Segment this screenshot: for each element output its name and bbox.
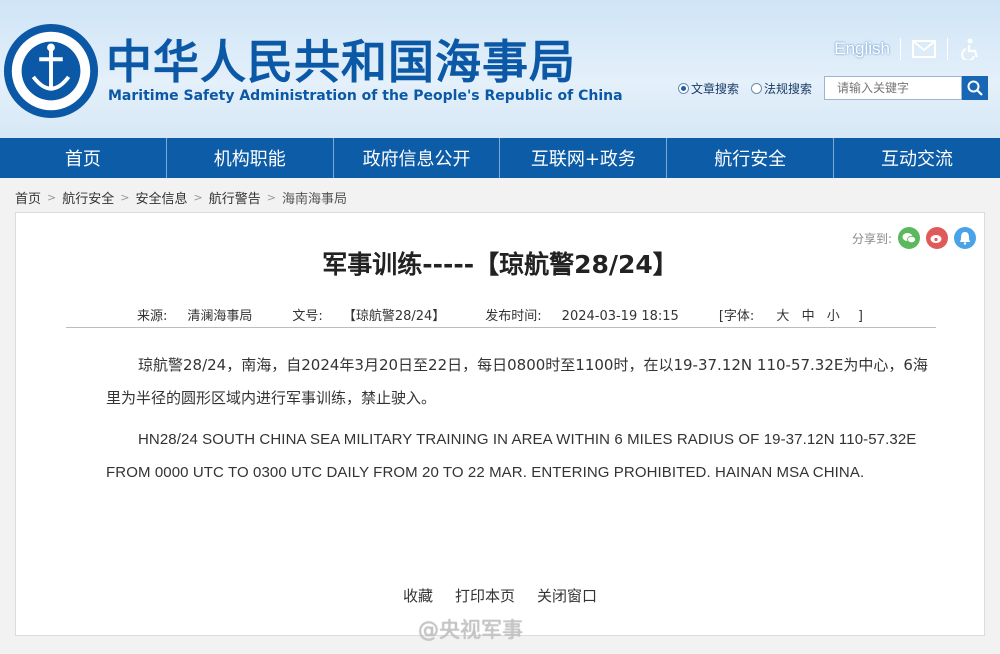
meta-doc: 文号: 【琼航警28/24】 — [282, 305, 455, 324]
article-title: 军事训练-----【琼航警28/24】 — [322, 250, 678, 279]
article-paragraph-en: HN28/24 SOUTH CHINA SEA MILITARY TRAININ… — [106, 431, 917, 481]
favorite-button[interactable]: 收藏 — [403, 585, 433, 606]
breadcrumb-item[interactable]: 航行警告 — [209, 188, 261, 207]
top-tools: English — [834, 38, 984, 60]
breadcrumb-item[interactable]: 海南海事局 — [282, 188, 347, 207]
chevron-right-icon: > — [193, 190, 203, 204]
watermark-text: @央视军事 — [418, 618, 523, 642]
china-msa-logo-icon[interactable] — [2, 22, 100, 120]
breadcrumb-item[interactable]: 安全信息 — [135, 188, 187, 207]
radio-dot[interactable] — [678, 82, 689, 94]
search-row: 文章搜索 法规搜索 — [678, 76, 989, 100]
search-icon — [967, 80, 983, 96]
nav-item-functions[interactable]: 机构职能 — [167, 138, 334, 178]
divider — [66, 327, 936, 328]
meta-time: 发布时间: 2024-03-19 18:15 — [475, 305, 689, 324]
font-medium-link[interactable]: 中 — [802, 309, 815, 324]
divider — [947, 38, 948, 60]
print-button[interactable]: 打印本页 — [455, 585, 515, 606]
breadcrumb-item[interactable]: 首页 — [15, 188, 41, 207]
watermark: @央视军事 — [418, 614, 523, 644]
search-input[interactable] — [824, 76, 963, 100]
meta-value: 【琼航警28/24】 — [342, 309, 446, 324]
article-actions: 收藏 打印本页 关闭窗口 — [16, 585, 984, 606]
meta-font-size: [字体: 大 中 小 ] — [709, 305, 873, 324]
nav-item-gov-info[interactable]: 政府信息公开 — [334, 138, 501, 178]
font-large-link[interactable]: 大 — [776, 309, 789, 324]
site-header: 中华人民共和国海事局 Maritime Safety Administratio… — [0, 0, 1000, 138]
site-title-en: Maritime Safety Administration of the Pe… — [108, 88, 623, 104]
article-paragraph-cn: 琼航警28/24，南海，自2024年3月20日至22日，每日0800时至1100… — [106, 356, 928, 407]
breadcrumb-item[interactable]: 航行安全 — [62, 188, 114, 207]
nav-item-interaction[interactable]: 互动交流 — [834, 138, 1000, 178]
radio-law-search[interactable]: 法规搜索 — [751, 80, 812, 97]
meta-source: 来源: 清澜海事局 — [127, 305, 262, 324]
radio-label: 文章搜索 — [691, 81, 740, 96]
share-label: 分享到: — [851, 231, 892, 246]
nav-item-internet-gov[interactable]: 互联网+政务 — [500, 138, 668, 178]
breadcrumb: 首页 > 航行安全 > 安全信息 > 航行警告 > 海南海事局 — [0, 178, 1000, 216]
radio-dot[interactable] — [751, 82, 763, 94]
meta-value: 2024-03-19 18:15 — [561, 309, 679, 324]
chevron-right-icon: > — [266, 190, 276, 204]
meta-label: 发布时间: — [485, 309, 542, 324]
divider — [900, 38, 901, 60]
nav-item-navigation-safety[interactable]: 航行安全 — [667, 138, 835, 178]
main-nav: 首页 机构职能 政府信息公开 互联网+政务 航行安全 互动交流 — [0, 138, 1000, 178]
radio-article-search[interactable]: 文章搜索 — [678, 80, 739, 97]
meta-value: 清澜海事局 — [187, 309, 253, 324]
english-link[interactable]: English — [834, 39, 890, 59]
site-title-cn: 中华人民共和国海事局 — [106, 35, 576, 89]
accessibility-icon[interactable] — [958, 38, 984, 60]
close-window-button[interactable]: 关闭窗口 — [537, 585, 597, 606]
article-panel: 分享到: 军事训练-----【琼航警28/24】 来源: 清澜海事局 文号: 【琼航… — [15, 212, 985, 636]
chevron-right-icon: > — [120, 190, 130, 204]
nav-item-home[interactable]: 首页 — [0, 138, 167, 178]
radio-label: 法规搜索 — [764, 81, 813, 96]
meta-label: ] — [857, 309, 863, 324]
meta-label: [字体: — [718, 309, 755, 324]
meta-label: 文号: — [292, 309, 323, 324]
mail-icon[interactable] — [911, 38, 937, 60]
chevron-right-icon: > — [47, 190, 57, 204]
article-meta: 来源: 清澜海事局 文号: 【琼航警28/24】 发布时间: 2024-03-19 1… — [16, 305, 984, 324]
search-button[interactable] — [962, 76, 989, 100]
meta-label: 来源: — [137, 309, 168, 324]
font-small-link[interactable]: 小 — [827, 309, 840, 324]
